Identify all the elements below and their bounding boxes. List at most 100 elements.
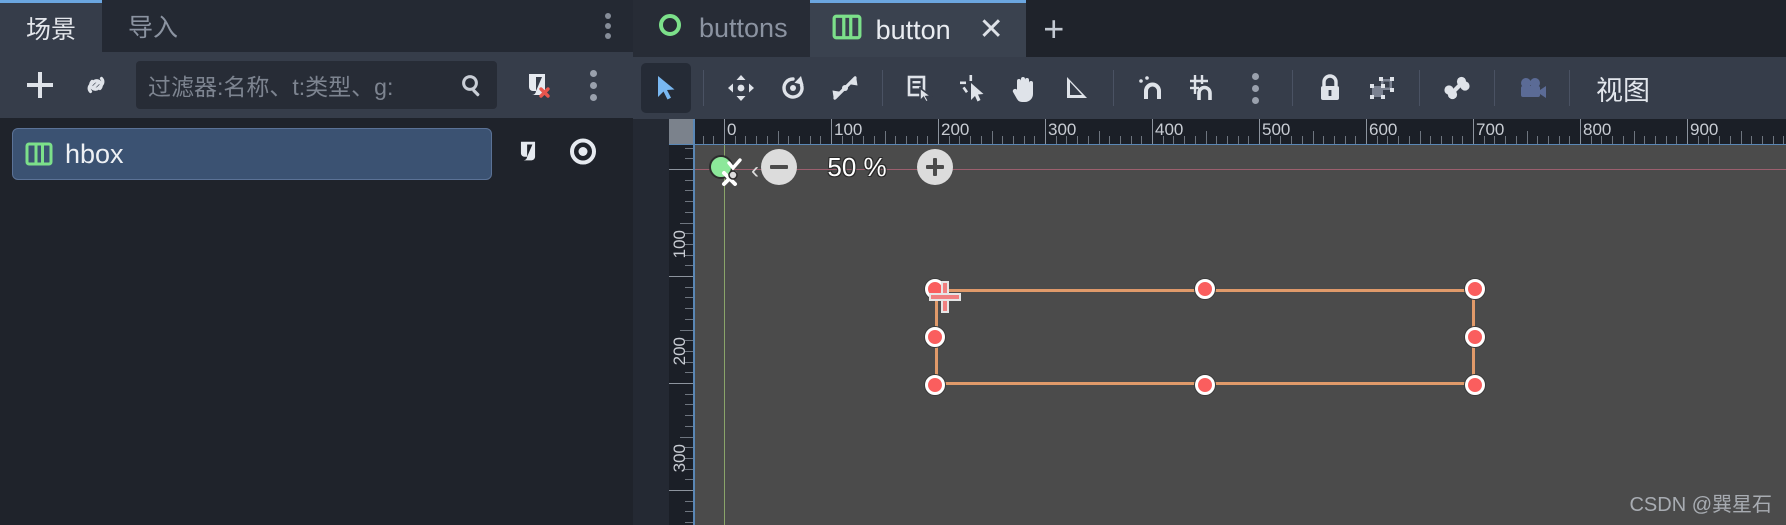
three-dots-vertical-icon [1251, 72, 1259, 104]
ruler-tick-major [669, 276, 693, 277]
ruler-label: 600 [1369, 120, 1398, 139]
collapse-arrow-icon[interactable]: ‹ [751, 157, 759, 185]
ruler-tick-minor [1023, 136, 1025, 144]
zoom-controls: 50 % [761, 149, 953, 185]
selected-node-outline[interactable] [935, 289, 1475, 385]
toolbar-separator [1113, 70, 1114, 106]
camera-override-button[interactable] [1507, 63, 1557, 113]
ruler-label: 200 [941, 120, 970, 139]
toolbar-separator [1292, 70, 1293, 106]
move-mode-button[interactable] [716, 63, 766, 113]
pivot-crosshair-icon[interactable] [928, 280, 962, 314]
ruler-tick-minor [685, 522, 693, 524]
three-dots-vertical-icon[interactable] [599, 7, 617, 45]
scene-tab-button[interactable]: button ✕ [809, 0, 1026, 57]
group-nodes-button[interactable] [1357, 63, 1407, 113]
script-remove-icon [529, 74, 550, 98]
resize-handle-bottom-left[interactable] [925, 375, 945, 395]
scene-tree-node-hbox[interactable]: hbox [12, 128, 596, 180]
zoom-in-button[interactable] [917, 149, 953, 185]
ruler-tick-minor [798, 136, 800, 144]
canvas-item-toolbar: 视图 [633, 57, 1786, 119]
canvas-editor-area: buttons button ✕ + 视图 0 100 200 300 400 … [633, 0, 1786, 525]
ruler-triangle-icon [1067, 77, 1087, 98]
ruler-mode-button[interactable] [1051, 63, 1101, 113]
ruler-tick-minor [1237, 136, 1239, 144]
ruler-tick-minor [685, 211, 693, 213]
add-node-button[interactable] [16, 61, 64, 109]
tab-import-label: 导入 [128, 14, 179, 42]
lock-node-button[interactable] [1305, 63, 1355, 113]
grid-snap-button[interactable] [1178, 63, 1228, 113]
ruler-tick-minor [1130, 136, 1132, 144]
ruler-tick-minor [685, 479, 693, 481]
2d-viewport[interactable]: ‹ 50 % CSDN @巽星石 [695, 145, 1786, 525]
close-icon[interactable]: ✕ [979, 15, 1004, 45]
scene-tree-toolbar: 过滤器:名称、t:类型、g: [0, 52, 633, 118]
ruler-tick-minor [777, 131, 779, 144]
pan-mode-button[interactable] [999, 63, 1049, 113]
toolbar-separator [882, 70, 883, 106]
ruler-tick-minor [1451, 136, 1453, 144]
select-mode-button[interactable] [641, 63, 691, 113]
ruler-tick-minor [1216, 136, 1218, 144]
ruler-tick-minor [680, 222, 693, 224]
vertical-ruler[interactable]: 0100200300 [669, 145, 695, 525]
toolbar-separator [1419, 70, 1420, 106]
visibility-eye-icon[interactable] [567, 136, 599, 173]
resize-handle-middle-right[interactable] [1465, 327, 1485, 347]
ruler-tick-minor [685, 372, 693, 374]
ruler-tick-minor [873, 136, 875, 144]
pivot-tool-button[interactable] [947, 63, 997, 113]
detach-script-button[interactable] [513, 61, 561, 109]
ruler-tick-minor [1184, 136, 1186, 144]
ruler-tick-minor [916, 136, 918, 144]
link-chain-icon [87, 76, 105, 94]
scene-tab-buttons[interactable]: buttons [633, 0, 810, 57]
scene-tree-more-button[interactable] [569, 61, 617, 109]
ruler-label: 900 [1690, 120, 1719, 139]
ruler-tick-minor [841, 136, 843, 144]
scale-arrows-icon [832, 76, 858, 100]
snap-options-button[interactable] [1230, 63, 1280, 113]
zoom-level-label[interactable]: 50 % [817, 152, 897, 183]
script-icon[interactable] [513, 137, 543, 172]
horizontal-ruler[interactable]: 01002003004005006007008009001000 [695, 119, 1786, 145]
smart-snap-button[interactable] [1126, 63, 1176, 113]
toolbar-separator [1569, 70, 1570, 106]
ruler-tick-minor [1119, 136, 1121, 144]
instance-scene-button[interactable] [72, 61, 120, 109]
ruler-tick-major [724, 119, 725, 144]
ruler-tick-minor [1280, 136, 1282, 144]
ruler-label: 800 [1583, 120, 1612, 139]
resize-handle-top-center[interactable] [1195, 279, 1215, 299]
resize-handle-bottom-right[interactable] [1465, 375, 1485, 395]
ruler-tick-minor [1387, 136, 1389, 144]
scale-mode-button[interactable] [820, 63, 870, 113]
add-scene-tab-button[interactable]: + [1025, 0, 1082, 57]
ruler-tick-minor [1547, 136, 1549, 144]
bone-icon [1444, 76, 1470, 100]
ruler-tick-minor [1783, 136, 1785, 144]
ruler-label: 100 [670, 230, 689, 259]
y-axis-line [724, 145, 725, 525]
view-menu-button[interactable]: 视图 [1582, 69, 1664, 108]
tab-scene[interactable]: 场景 [0, 0, 103, 52]
ruler-tick-minor [685, 179, 693, 181]
ruler-corner[interactable] [669, 119, 695, 145]
resize-handle-bottom-center[interactable] [1195, 375, 1215, 395]
rotate-mode-button[interactable] [768, 63, 818, 113]
ruler-tick-minor [1376, 136, 1378, 144]
ruler-tick-minor [1633, 131, 1635, 144]
scene-tab-buttons-label: buttons [699, 13, 788, 43]
resize-handle-middle-left[interactable] [925, 327, 945, 347]
skeleton-options-button[interactable] [1432, 63, 1482, 113]
ruler-tick-minor [1601, 136, 1603, 144]
scene-filter-input[interactable]: 过滤器:名称、t:类型、g: [136, 61, 497, 109]
ruler-tick-minor [702, 136, 704, 144]
tab-import[interactable]: 导入 [102, 0, 205, 52]
list-select-button[interactable] [895, 63, 945, 113]
zoom-out-button[interactable] [761, 149, 797, 185]
resize-handle-top-right[interactable] [1465, 279, 1485, 299]
ruler-tick-minor [680, 436, 693, 438]
